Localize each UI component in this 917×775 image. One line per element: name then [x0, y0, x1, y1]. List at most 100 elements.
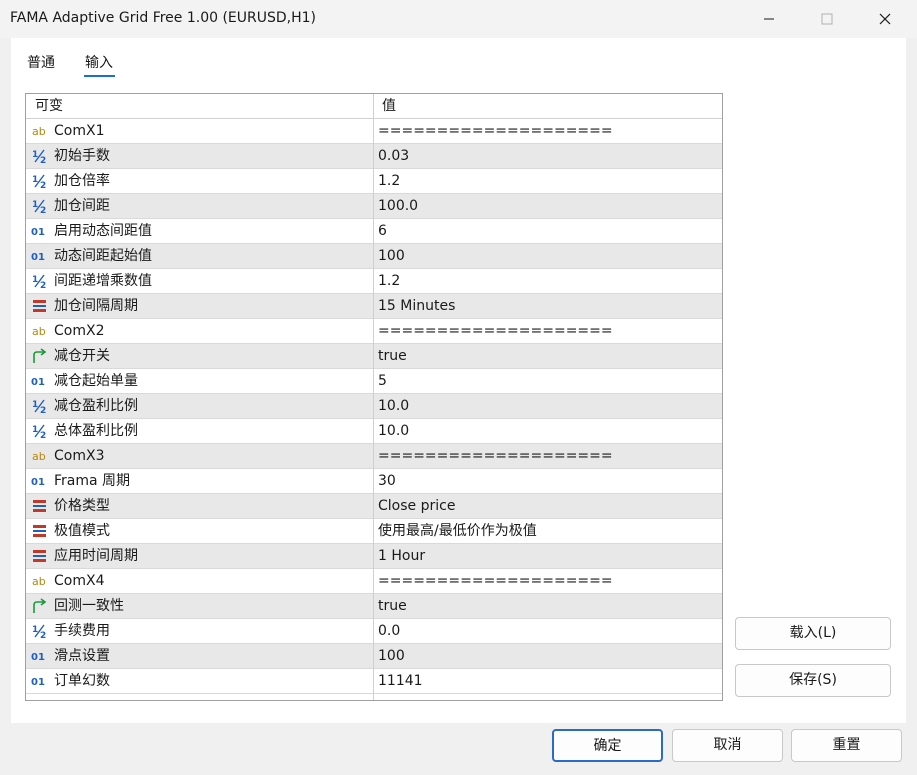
row-value[interactable]: 100.0 [378, 194, 718, 218]
string-icon: ab [31, 322, 49, 340]
row-name: ComX2 [54, 323, 105, 339]
row-value[interactable]: ==================== [378, 569, 718, 593]
row-name: Frama 周期 [54, 473, 131, 489]
row-name: ComX4 [54, 573, 105, 589]
row-value[interactable]: 1.2 [378, 169, 718, 193]
row-name: 间距递增乘数值 [54, 273, 152, 289]
double-icon: 12 [31, 147, 49, 166]
double-icon: 12 [31, 172, 49, 191]
save-button[interactable]: 保存(S) [735, 664, 891, 697]
row-name: ComX3 [54, 448, 105, 464]
row-name: 加仓倍率 [54, 173, 110, 189]
grid-row[interactable]: 应用时间周期 1 Hour [26, 544, 722, 569]
row-value[interactable]: 0.03 [378, 144, 718, 168]
row-value[interactable]: 30 [378, 469, 718, 493]
grid-row[interactable]: ab ComX1 ==================== [26, 119, 722, 144]
tab-common[interactable]: 普通 [27, 52, 55, 72]
row-value[interactable]: 6 [378, 219, 718, 243]
grid-row[interactable]: 1 2 加仓间距 100.0 [26, 194, 722, 219]
bool-icon [31, 347, 49, 365]
double-icon: 12 [31, 422, 49, 441]
tab-inputs[interactable]: 输入 [85, 52, 113, 72]
row-value[interactable]: 5 [378, 369, 718, 393]
grid-row[interactable]: 1 2 间距递增乘数值 1.2 [26, 269, 722, 294]
svg-text:2: 2 [40, 406, 46, 415]
row-value[interactable]: 0.0 [378, 619, 718, 643]
cancel-button[interactable]: 取消 [672, 729, 783, 762]
integer-icon: 01 [31, 472, 49, 490]
grid-row[interactable]: ab ComX2 ==================== [26, 319, 722, 344]
row-value[interactable]: 11141 [378, 669, 718, 693]
row-value[interactable]: 10.0 [378, 394, 718, 418]
grid-row[interactable]: 01 启用动态间距值 6 [26, 219, 722, 244]
row-name: 减仓开关 [54, 348, 110, 364]
maximize-icon [821, 13, 833, 25]
grid-row[interactable]: 1 2 总体盈利比例 10.0 [26, 419, 722, 444]
grid-row[interactable]: 1 2 初始手数 0.03 [26, 144, 722, 169]
row-name: 总体盈利比例 [54, 423, 138, 439]
grid-row[interactable]: 减仓开关 true [26, 344, 722, 369]
row-value[interactable]: ==================== [378, 319, 718, 343]
row-value[interactable]: 10.0 [378, 419, 718, 443]
grid-row[interactable]: 1 2 加仓倍率 1.2 [26, 169, 722, 194]
integer-icon: 01 [31, 247, 49, 265]
column-header-value[interactable]: 值 [382, 94, 722, 118]
inputs-grid: 可变 值 ab ComX1 ==================== 1 2 初始手数 0.… [25, 93, 723, 701]
row-name: 加仓间距 [54, 198, 110, 214]
title-bar: FAMA Adaptive Grid Free 1.00 (EURUSD,H1) [0, 0, 917, 38]
row-value[interactable]: 1 Hour [378, 544, 718, 568]
ok-button[interactable]: 确定 [552, 729, 663, 762]
grid-row[interactable]: 01 滑点设置 100 [26, 644, 722, 669]
row-value[interactable]: 100 [378, 244, 718, 268]
row-value[interactable]: ==================== [378, 444, 718, 468]
row-name: 启用动态间距值 [54, 223, 152, 239]
row-value[interactable]: 使用最高/最低价作为极值 [378, 519, 718, 543]
svg-text:01: 01 [31, 227, 45, 238]
svg-text:01: 01 [31, 652, 45, 663]
grid-row[interactable]: 01 订单幻数 11141 [26, 669, 722, 694]
grid-row[interactable]: 01 动态间距起始值 100 [26, 244, 722, 269]
row-name: 手续费用 [54, 623, 110, 639]
svg-text:2: 2 [40, 281, 46, 290]
svg-text:01: 01 [31, 252, 45, 263]
minimize-button[interactable] [746, 0, 792, 38]
integer-icon: 01 [31, 372, 49, 390]
grid-row[interactable]: ab ComX4 ==================== [26, 569, 722, 594]
grid-row[interactable]: 价格类型 Close price [26, 494, 722, 519]
row-value[interactable]: ==================== [378, 119, 718, 143]
row-name: 极值模式 [54, 523, 110, 539]
row-value[interactable]: true [378, 594, 718, 618]
grid-row[interactable]: 1 2 减仓盈利比例 10.0 [26, 394, 722, 419]
grid-row[interactable]: 极值模式 使用最高/最低价作为极值 [26, 519, 722, 544]
row-name: 应用时间周期 [54, 548, 138, 564]
grid-row[interactable]: 回测一致性 true [26, 594, 722, 619]
row-value[interactable]: Close price [378, 494, 718, 518]
grid-row[interactable]: ab ComX3 ==================== [26, 444, 722, 469]
double-icon: 12 [31, 622, 49, 641]
grid-header: 可变 值 [26, 94, 722, 119]
row-name: 订单幻数 [54, 673, 110, 689]
row-value[interactable]: true [378, 344, 718, 368]
row-value[interactable]: 100 [378, 644, 718, 668]
column-header-variable[interactable]: 可变 [35, 94, 353, 118]
integer-icon: 01 [31, 672, 49, 690]
row-name: 初始手数 [54, 148, 110, 164]
grid-row[interactable]: 1 2 手续费用 0.0 [26, 619, 722, 644]
svg-text:ab: ab [32, 575, 46, 588]
window-title: FAMA Adaptive Grid Free 1.00 (EURUSD,H1) [10, 10, 317, 26]
svg-text:01: 01 [31, 477, 45, 488]
double-icon: 12 [31, 397, 49, 416]
reset-button[interactable]: 重置 [791, 729, 902, 762]
row-name: ComX1 [54, 123, 105, 139]
row-value[interactable]: 15 Minutes [378, 294, 718, 318]
load-button[interactable]: 载入(L) [735, 617, 891, 650]
grid-row[interactable]: 01 减仓起始单量 5 [26, 369, 722, 394]
svg-text:ab: ab [32, 325, 46, 338]
close-button[interactable] [862, 0, 908, 38]
svg-text:2: 2 [40, 431, 46, 440]
grid-row[interactable]: 01 Frama 周期 30 [26, 469, 722, 494]
svg-text:2: 2 [40, 156, 46, 165]
row-value[interactable]: 1.2 [378, 269, 718, 293]
grid-row[interactable]: 加仓间隔周期 15 Minutes [26, 294, 722, 319]
column-separator[interactable] [373, 94, 374, 700]
